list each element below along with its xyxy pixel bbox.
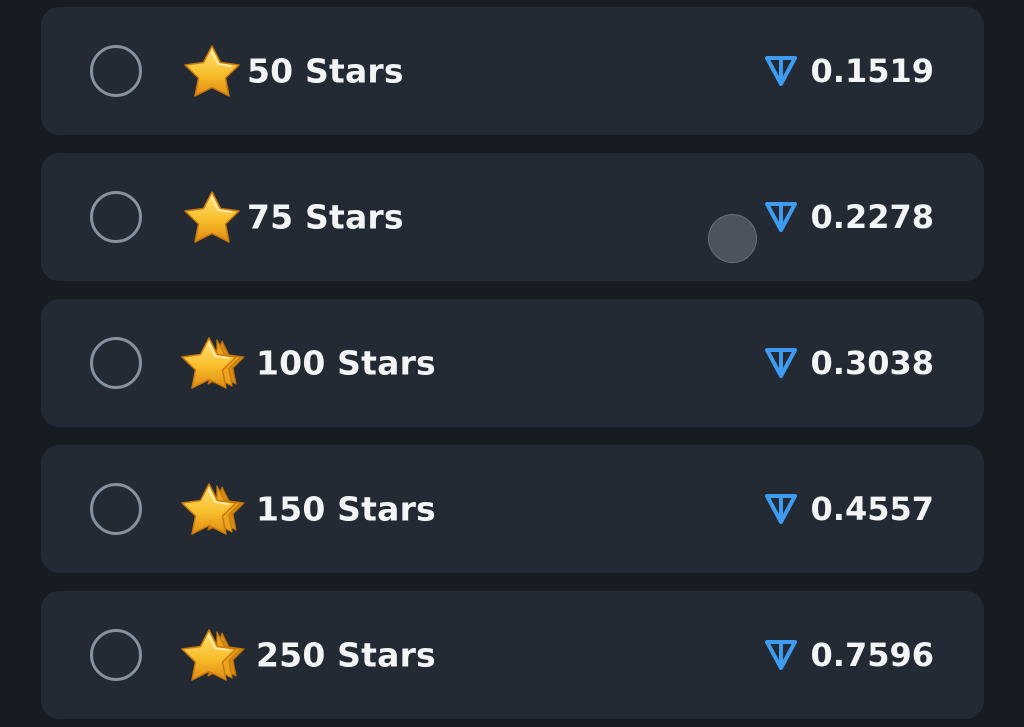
price-amount: 0.4557 — [810, 490, 934, 528]
price: 0.1519 — [763, 52, 934, 90]
stars-amount-label: 250 Stars — [256, 635, 436, 675]
single-star-icon — [176, 43, 248, 99]
stars-option-75[interactable]: 75 Stars 0.2278 — [41, 153, 984, 281]
price-amount: 0.3038 — [810, 344, 934, 382]
stars-amount-label: 150 Stars — [256, 489, 436, 529]
ton-icon — [764, 494, 797, 524]
ton-icon — [764, 348, 797, 378]
price-amount: 0.2278 — [810, 198, 934, 236]
radio-button[interactable] — [90, 337, 142, 389]
radio-button[interactable] — [90, 629, 142, 681]
radio-button[interactable] — [90, 191, 142, 243]
stacked-stars-icon — [176, 481, 248, 537]
ton-icon — [764, 640, 797, 670]
price: 0.2278 — [763, 198, 934, 236]
stars-amount-label: 50 Stars — [247, 51, 404, 91]
stacked-stars-icon — [176, 335, 248, 391]
stars-option-250[interactable]: 250 Stars 0.7596 — [41, 591, 984, 719]
touch-indicator — [708, 214, 757, 263]
radio-button[interactable] — [90, 45, 142, 97]
stars-option-50[interactable]: 50 Stars 0.1519 — [41, 7, 984, 135]
price: 0.4557 — [763, 490, 934, 528]
ton-icon — [764, 56, 797, 86]
radio-button[interactable] — [90, 483, 142, 535]
stars-purchase-screen: 50 Stars 0.1519 75 Stars 0.2278 100 Star… — [0, 0, 1024, 727]
price-amount: 0.7596 — [810, 636, 934, 674]
stacked-stars-icon — [176, 627, 248, 683]
price-amount: 0.1519 — [810, 52, 934, 90]
stars-amount-label: 100 Stars — [256, 343, 436, 383]
stars-amount-label: 75 Stars — [247, 197, 404, 237]
price: 0.3038 — [763, 344, 934, 382]
stars-option-100[interactable]: 100 Stars 0.3038 — [41, 299, 984, 427]
price: 0.7596 — [763, 636, 934, 674]
single-star-icon — [176, 189, 248, 245]
stars-option-150[interactable]: 150 Stars 0.4557 — [41, 445, 984, 573]
stars-options-list: 50 Stars 0.1519 75 Stars 0.2278 100 Star… — [41, 7, 984, 719]
ton-icon — [764, 202, 797, 232]
